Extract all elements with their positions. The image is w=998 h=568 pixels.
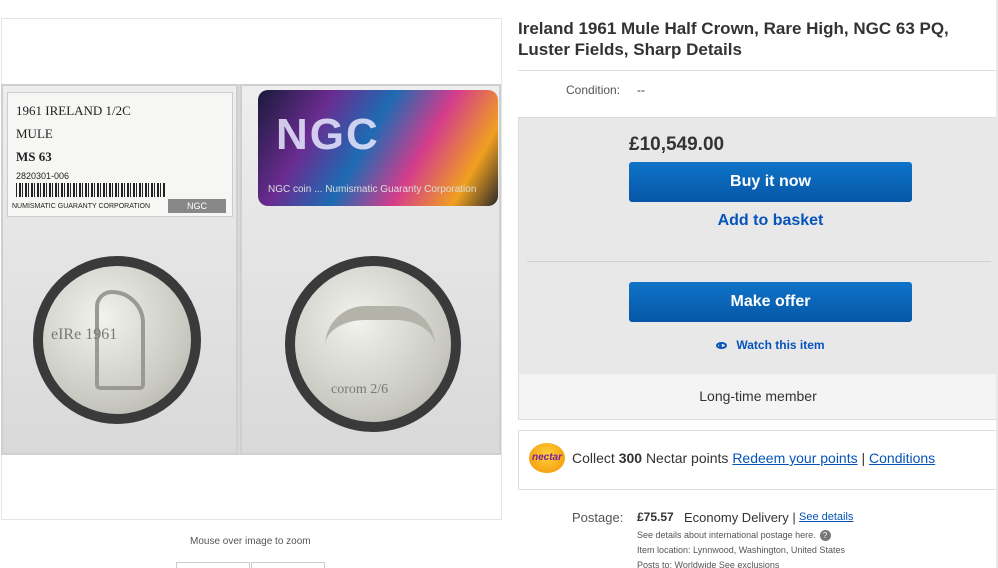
condition-value: -- <box>637 83 645 97</box>
postage-see-details-link[interactable]: See details <box>799 511 853 523</box>
help-icon[interactable]: ? <box>819 530 831 542</box>
nectar-points-suffix: Nectar points <box>645 450 729 466</box>
title-divider <box>518 70 998 71</box>
eye-icon <box>716 342 728 350</box>
coin-obverse: eIRe 1961 <box>33 256 201 424</box>
international-postage-note: See details about international postage … <box>637 530 831 542</box>
slab-grade: MS 63 <box>16 149 52 164</box>
make-offer-button[interactable]: Make offer <box>629 282 912 322</box>
nectar-text: Collect 300 Nectar points Redeem your po… <box>572 450 935 466</box>
coin-photo[interactable]: 1961 IRELAND 1/2C MULE MS 63 2820301-006… <box>1 84 501 455</box>
slab-left: 1961 IRELAND 1/2C MULE MS 63 2820301-006… <box>1 84 238 455</box>
nectar-box: nectar Collect 300 Nectar points Redeem … <box>518 430 998 490</box>
slab-company: NUMISMATIC GUARANTY CORPORATION <box>12 203 151 210</box>
buy-box: £10,549.00 Buy it now Add to basket Make… <box>518 117 998 420</box>
postage-amount: £75.57 <box>637 510 674 524</box>
redeem-points-link[interactable]: Redeem your points <box>732 450 857 466</box>
hologram-logo: NGC <box>276 110 380 159</box>
slab-label: 1961 IRELAND 1/2C MULE MS 63 2820301-006… <box>7 92 233 217</box>
thumbnail-prev[interactable] <box>176 562 250 568</box>
nectar-collect: Collect <box>572 450 615 466</box>
watch-label: Watch this item <box>736 338 825 352</box>
coin-reverse: corom 2/6 <box>285 256 461 432</box>
barcode <box>16 183 166 197</box>
price: £10,549.00 <box>629 134 725 155</box>
zoom-hint: Mouse over image to zoom <box>190 536 311 547</box>
hologram-subtext: NGC coin ... Numismatic Guaranty Corpora… <box>268 184 477 195</box>
thumbnail-next[interactable] <box>251 562 325 568</box>
watch-item-link[interactable]: Watch this item <box>629 338 912 352</box>
slab-cert-number: 2820301-006 <box>16 171 70 181</box>
coin-reverse-text: corom 2/6 <box>331 382 389 397</box>
intl-note-text: See details about international postage … <box>637 530 816 540</box>
listing-title: Ireland 1961 Mule Half Crown, Rare High,… <box>518 19 949 59</box>
slab-label-line1: 1961 IRELAND 1/2C <box>16 103 131 118</box>
nectar-logo-icon: nectar <box>529 443 565 473</box>
postage-label: Postage: <box>572 510 624 525</box>
add-to-basket-link[interactable]: Add to basket <box>629 212 912 230</box>
coin-obverse-text: eIRe 1961 <box>51 326 118 343</box>
buy-box-divider <box>527 261 991 262</box>
seller-member-status: Long-time member <box>519 374 997 419</box>
condition-label: Condition: <box>566 83 621 97</box>
ngc-mini-logo: NGC <box>168 199 226 213</box>
nectar-separator: | <box>861 450 866 466</box>
buy-it-now-button[interactable]: Buy it now <box>629 162 912 202</box>
horse-icon <box>325 306 435 376</box>
slab-label-line2: MULE <box>16 126 53 141</box>
nectar-conditions-link[interactable]: Conditions <box>869 450 935 466</box>
slab-right: NGC NGC coin ... Numismatic Guaranty Cor… <box>240 84 501 455</box>
item-location: Item location: Lynnwood, Washington, Uni… <box>637 545 845 555</box>
ngc-hologram: NGC NGC coin ... Numismatic Guaranty Cor… <box>258 90 498 206</box>
posts-to: Posts to: Worldwide See exclusions <box>637 560 780 568</box>
nectar-points: 300 <box>618 450 643 466</box>
listing-page: 1961 IRELAND 1/2C MULE MS 63 2820301-006… <box>0 0 998 568</box>
postage-method: Economy Delivery | <box>684 510 796 525</box>
